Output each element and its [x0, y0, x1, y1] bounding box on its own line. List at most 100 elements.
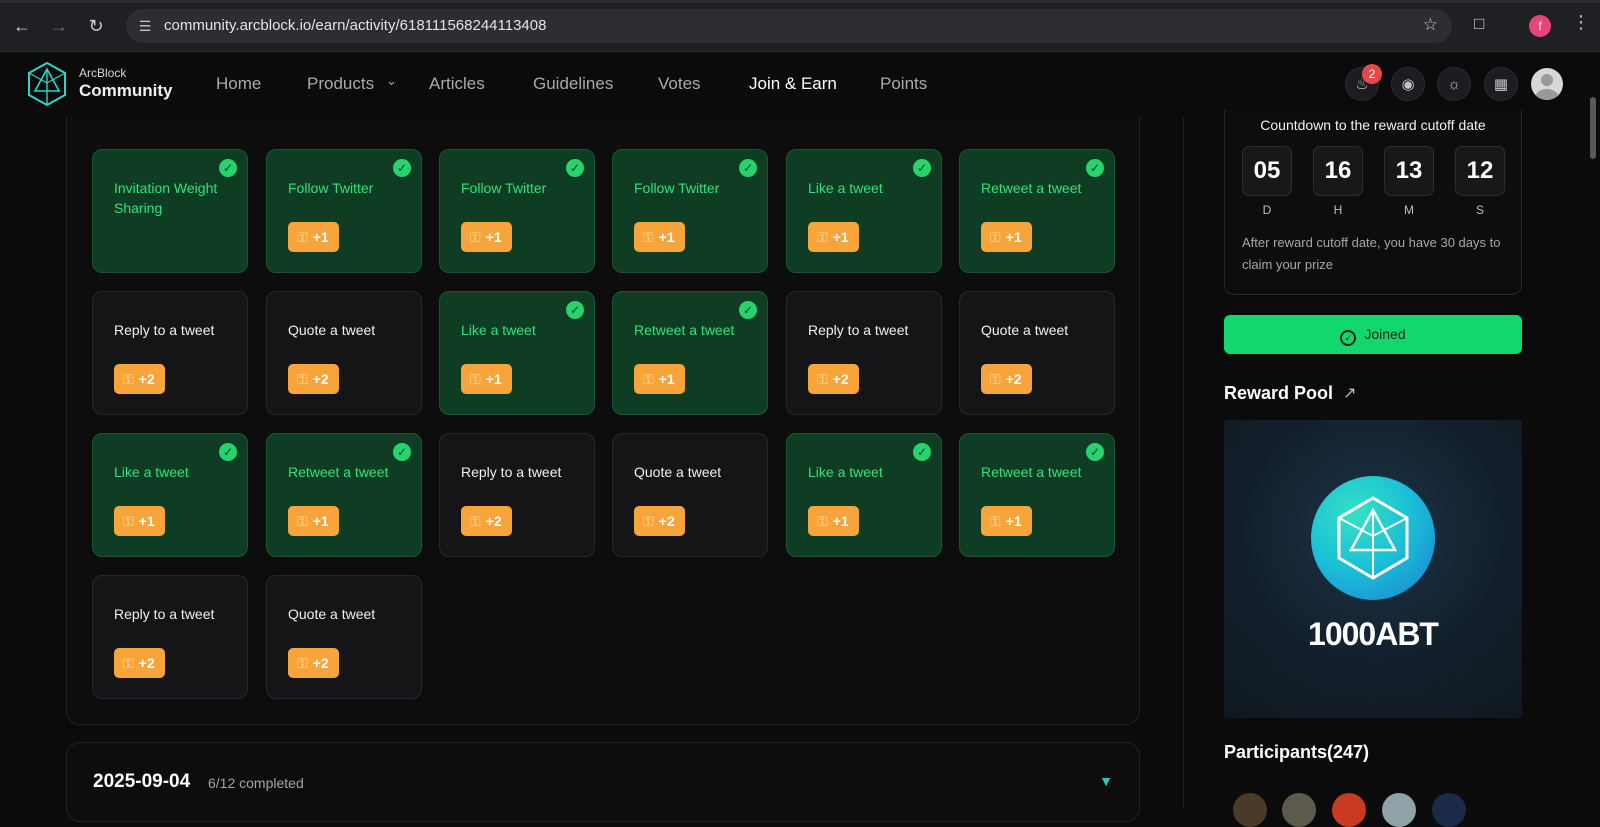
task-title: Follow Twitter [461, 180, 547, 196]
task-title: Invitation Weight Sharing [114, 180, 218, 216]
nav-home[interactable]: Home [216, 74, 261, 94]
points-badge: ⚿ +1 [288, 506, 339, 536]
key-icon: ⚿ [123, 513, 134, 529]
task-card[interactable]: Retweet a tweet ⚿ +1 ✓ [266, 433, 422, 557]
task-card[interactable]: Quote a tweet ⚿ +2 [266, 291, 422, 415]
task-card[interactable]: Retweet a tweet ⚿ +1 ✓ [959, 433, 1115, 557]
completed-check-icon: ✓ [1086, 159, 1104, 177]
chevron-down-icon[interactable]: ⌄ [386, 73, 397, 89]
task-card[interactable]: Reply to a tweet ⚿ +2 [439, 433, 595, 557]
task-title: Reply to a tweet [114, 322, 215, 338]
participant-avatar[interactable] [1233, 793, 1267, 827]
browser-profile-avatar[interactable]: f [1529, 15, 1551, 37]
points-badge: ⚿ +2 [981, 364, 1032, 394]
task-title: Retweet a tweet [288, 464, 389, 480]
bookmark-star-icon[interactable]: ☆ [1423, 15, 1438, 35]
task-title: Follow Twitter [634, 180, 720, 196]
task-card[interactable]: Reply to a tweet ⚿ +2 [92, 575, 248, 699]
participant-avatar[interactable] [1382, 793, 1416, 827]
logo-community-text: Community [79, 81, 173, 100]
extensions-icon[interactable]: □ [1474, 14, 1484, 34]
nav-guidelines[interactable]: Guidelines [533, 74, 613, 94]
task-card[interactable]: Follow Twitter ⚿ +1 ✓ [439, 149, 595, 273]
points-value: +1 [1005, 229, 1022, 245]
notification-count-badge: 2 [1362, 64, 1382, 84]
key-icon: ⚿ [297, 655, 308, 671]
task-card[interactable]: Like a tweet ⚿ +1 ✓ [439, 291, 595, 415]
task-card[interactable]: Reply to a tweet ⚿ +2 [92, 291, 248, 415]
points-badge: ⚿ +1 [808, 506, 859, 536]
points-value: +1 [1005, 513, 1022, 529]
language-globe-icon[interactable]: ◉ [1391, 67, 1425, 101]
page-scrollbar[interactable] [1590, 97, 1596, 159]
reward-pool-card: 1000ABT [1224, 420, 1522, 718]
user-silhouette-icon [1535, 74, 1559, 100]
points-value: +1 [485, 229, 502, 245]
arcblock-logo-icon[interactable] [26, 61, 68, 107]
key-icon: ⚿ [470, 513, 481, 529]
nav-join-earn[interactable]: Join & Earn [749, 74, 837, 94]
completed-check-icon: ✓ [393, 443, 411, 461]
task-card[interactable]: Quote a tweet ⚿ +2 [959, 291, 1115, 415]
key-icon: ⚿ [297, 371, 308, 387]
nav-votes[interactable]: Votes [658, 74, 701, 94]
nav-products[interactable]: Products [307, 74, 374, 94]
task-card[interactable]: Reply to a tweet ⚿ +2 [786, 291, 942, 415]
points-badge: ⚿ +2 [114, 364, 165, 394]
participant-avatar[interactable] [1432, 793, 1466, 827]
task-card[interactable]: Like a tweet ⚿ +1 ✓ [786, 149, 942, 273]
points-value: +1 [485, 371, 502, 387]
expand-caret-icon[interactable]: ▼ [1099, 773, 1113, 789]
task-card[interactable]: Retweet a tweet ⚿ +1 ✓ [612, 291, 768, 415]
url-text[interactable]: community.arcblock.io/earn/activity/6181… [164, 17, 546, 34]
task-card[interactable]: Like a tweet ⚿ +1 ✓ [786, 433, 942, 557]
browser-menu-icon[interactable]: ⋮ [1572, 12, 1590, 33]
task-title: Like a tweet [808, 180, 883, 196]
user-avatar[interactable] [1531, 68, 1563, 100]
key-icon: ⚿ [643, 371, 654, 387]
task-card[interactable]: Like a tweet ⚿ +1 ✓ [92, 433, 248, 557]
address-bar[interactable]: ☰ community.arcblock.io/earn/activity/61… [126, 9, 1452, 43]
task-card[interactable]: Follow Twitter ⚿ +1 ✓ [612, 149, 768, 273]
theme-toggle-sun-icon[interactable]: ☼ [1437, 67, 1471, 101]
reload-icon[interactable]: ↻ [84, 14, 108, 38]
participant-avatar[interactable] [1332, 793, 1366, 827]
task-card[interactable]: Invitation Weight Sharing ✓ [92, 149, 248, 273]
external-link-icon[interactable]: ↗ [1343, 383, 1356, 403]
day-date: 2025-09-04 [93, 771, 191, 792]
day-section-header[interactable]: 2025-09-04 6/12 completed ▼ [66, 742, 1140, 822]
apps-grid-icon[interactable]: ▦ [1484, 67, 1518, 101]
joined-button[interactable]: ✓ Joined [1224, 315, 1522, 354]
points-badge: ⚿ +2 [114, 648, 165, 678]
back-icon[interactable]: ← [10, 14, 34, 38]
key-icon: ⚿ [643, 229, 654, 245]
points-badge: ⚿ +1 [981, 222, 1032, 252]
completed-check-icon: ✓ [913, 443, 931, 461]
points-value: +2 [312, 371, 329, 387]
nav-articles[interactable]: Articles [429, 74, 485, 94]
points-value: +2 [1005, 371, 1022, 387]
column-divider [1183, 117, 1184, 809]
task-card[interactable]: Quote a tweet ⚿ +2 [612, 433, 768, 557]
completed-check-icon: ✓ [566, 159, 584, 177]
points-value: +1 [312, 513, 329, 529]
task-card[interactable]: Quote a tweet ⚿ +2 [266, 575, 422, 699]
task-title: Like a tweet [461, 322, 536, 338]
task-card[interactable]: Retweet a tweet ⚿ +1 ✓ [959, 149, 1115, 273]
site-settings-icon[interactable]: ☰ [134, 15, 156, 37]
participant-avatar[interactable] [1282, 793, 1316, 827]
completed-check-icon: ✓ [739, 301, 757, 319]
forward-icon[interactable]: → [47, 14, 71, 38]
completed-check-icon: ✓ [913, 159, 931, 177]
nav-points[interactable]: Points [880, 74, 927, 94]
key-icon: ⚿ [990, 229, 1001, 245]
points-value: +1 [832, 513, 849, 529]
points-badge: ⚿ +1 [808, 222, 859, 252]
key-icon: ⚿ [990, 513, 1001, 529]
task-card[interactable]: Follow Twitter ⚿ +1 ✓ [266, 149, 422, 273]
points-badge: ⚿ +2 [461, 506, 512, 536]
task-title: Retweet a tweet [634, 322, 735, 338]
countdown-note: After reward cutoff date, you have 30 da… [1242, 235, 1501, 272]
joined-label: Joined [1364, 326, 1406, 342]
completed-check-icon: ✓ [393, 159, 411, 177]
